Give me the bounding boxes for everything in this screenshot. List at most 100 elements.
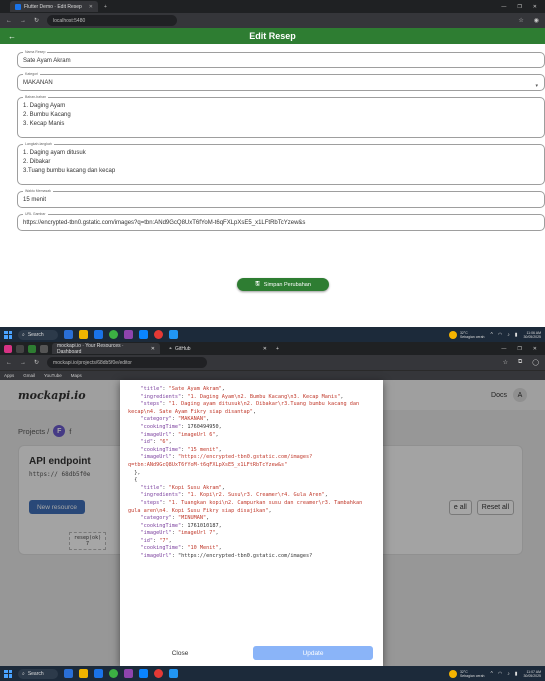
bookmark-youtube[interactable]: YouTube [44,373,62,378]
save-disk-icon: 🖫 [255,281,260,287]
profile-icon[interactable]: ◯ [532,359,539,366]
app-red-icon[interactable] [154,669,163,678]
weather-widget[interactable]: 32°C Sebagian cerah [448,669,484,678]
wifi-icon[interactable]: ◠ [498,332,502,338]
forward-nav-icon[interactable]: → [20,18,26,24]
back-nav-icon[interactable]: ← [6,360,12,366]
app-blue-icon[interactable] [169,669,178,678]
app-gray-icon[interactable] [16,344,24,353]
bookmark-maps[interactable]: Maps [71,373,82,378]
close-button[interactable]: Close [130,646,230,660]
new-tab-icon[interactable]: + [104,4,107,10]
save-changes-button[interactable]: 🖫 Simpan Perubahan [237,278,329,291]
app-pink-icon[interactable] [4,344,12,353]
back-arrow-icon[interactable]: ← [8,32,16,41]
cooking-time-value: 15 menit [23,197,47,203]
file-explorer-icon[interactable] [79,669,88,678]
edit-form: Nama Resep Sate Ayam Akram Kategori MAKA… [0,44,545,231]
chrome-icon[interactable] [109,669,118,678]
app-blue-icon[interactable] [169,330,178,339]
chevron-up-icon[interactable]: ^ [490,671,492,677]
windows-start-icon[interactable] [4,669,12,678]
address-bar-2: ← → ↻ mockapi.io/projects/68db5f0e/edito… [0,355,545,370]
sun-icon [448,330,457,339]
steps-label: Langkah-langkah [23,142,54,146]
minimize-icon[interactable]: — [501,4,506,10]
wifi-icon[interactable]: ◠ [498,671,502,677]
url-input[interactable]: localhost:5480 [47,15,178,26]
json-editor[interactable]: "title": "Sate Ayam Akram", "ingredients… [120,380,383,636]
address-bar: ← → ↻ localhost:5480 ☆ ◉ [0,13,545,28]
app-green-icon[interactable] [28,344,36,353]
vscode-blue-icon[interactable] [139,330,148,339]
ingredients-label: Bahan-bahan [23,95,49,99]
update-button[interactable]: Update [253,646,373,660]
close-tab-icon[interactable]: ✕ [263,346,267,352]
profile-icon[interactable]: ◉ [534,17,539,24]
clock[interactable]: 11:06 AM 30/05/2025 [523,331,541,339]
bookmarks-bar: Apps Gmail YouTube Maps [0,370,545,380]
vscode-blue-icon[interactable] [139,669,148,678]
reload-icon[interactable]: ↻ [34,17,39,24]
category-label: Kategori [23,72,41,76]
tab-github[interactable]: ◓ GitHub ✕ [164,343,272,354]
system-tray[interactable]: ^ ◠ ♪ ▮ [490,671,517,677]
tab-flutter-app[interactable]: Flutter Demo · Edit Resep ✕ [10,1,98,12]
app-bar: ← Edit Resep [0,28,545,44]
close-window-icon[interactable]: ✕ [533,4,537,10]
chevron-up-icon[interactable]: ^ [490,332,492,338]
sun-icon [448,669,457,678]
chrome-icon[interactable] [109,330,118,339]
file-explorer-icon[interactable] [79,330,88,339]
close-tab-icon[interactable]: ✕ [89,4,93,10]
url-input[interactable]: mockapi.io/projects/68db5f0e/editor [47,357,208,368]
search-icon: ⌕ [22,331,25,338]
bookmark-star-icon[interactable]: ☆ [503,359,508,366]
name-field[interactable]: Nama Resep Sate Ayam Akram [17,50,545,68]
bookmark-star-icon[interactable]: ☆ [518,17,523,24]
image-url-field[interactable]: URL Gambar https://encrypted-tbn0.gstati… [17,212,545,231]
volume-icon[interactable]: ♪ [507,671,510,677]
bookmark-gmail[interactable]: Gmail [23,373,35,378]
vscode-icon[interactable] [94,330,103,339]
image-url-label: URL Gambar [23,212,48,216]
new-tab-icon[interactable]: + [276,346,279,352]
ingredients-field[interactable]: Bahan-bahan 1. Daging Ayam 2. Bumbu Kaca… [17,95,545,138]
back-nav-icon[interactable]: ← [6,18,12,24]
vscode-icon[interactable] [94,669,103,678]
task-view-icon[interactable] [64,330,73,339]
battery-icon[interactable]: ▮ [515,671,518,677]
teams-icon[interactable] [124,669,133,678]
steps-field[interactable]: Langkah-langkah 1. Daging ayam ditusuk 2… [17,142,545,185]
battery-icon[interactable]: ▮ [515,332,518,338]
close-window-icon[interactable]: ✕ [533,346,537,352]
teams-icon[interactable] [124,330,133,339]
windows-start-icon[interactable] [4,330,12,339]
tab-strip: Flutter Demo · Edit Resep ✕ + — ❐ ✕ [0,0,545,13]
name-field-label: Nama Resep [23,50,48,54]
flutter-favicon-icon [15,3,21,10]
extensions-icon[interactable]: ⧉ [518,359,522,366]
reload-icon[interactable]: ↻ [34,359,39,366]
save-button-label: Simpan Perubahan [263,281,311,288]
maximize-icon[interactable]: ❐ [517,346,521,352]
cooking-time-field[interactable]: Waktu Memasak 15 menit [17,189,545,208]
system-tray[interactable]: ^ ◠ ♪ ▮ [490,332,517,338]
app-red-icon[interactable] [154,330,163,339]
task-view-icon[interactable] [64,669,73,678]
category-dropdown[interactable]: Kategori MAKANAN ▾ [17,72,545,91]
app-mock-icon[interactable] [40,344,48,353]
mockapi-tab-title: mockapi.io · Your Resources · Dashboard [57,342,124,355]
clock[interactable]: 11:07 AM 30/05/2025 [523,670,541,678]
weather-widget[interactable]: 32°C Sebagian cerah [448,330,484,339]
close-tab-icon[interactable]: ✕ [151,346,155,352]
taskbar-search[interactable]: ⌕ Search [18,668,58,679]
dropdown-arrow-icon[interactable]: ▾ [535,83,538,89]
volume-icon[interactable]: ♪ [507,332,510,338]
forward-nav-icon[interactable]: → [20,360,26,366]
minimize-icon[interactable]: — [501,346,506,352]
tab-mockapi[interactable]: mockapi.io · Your Resources · Dashboard … [52,342,160,355]
bookmark-apps[interactable]: Apps [4,373,14,378]
maximize-icon[interactable]: ❐ [517,4,521,10]
taskbar-search[interactable]: ⌕ Search [18,329,58,340]
